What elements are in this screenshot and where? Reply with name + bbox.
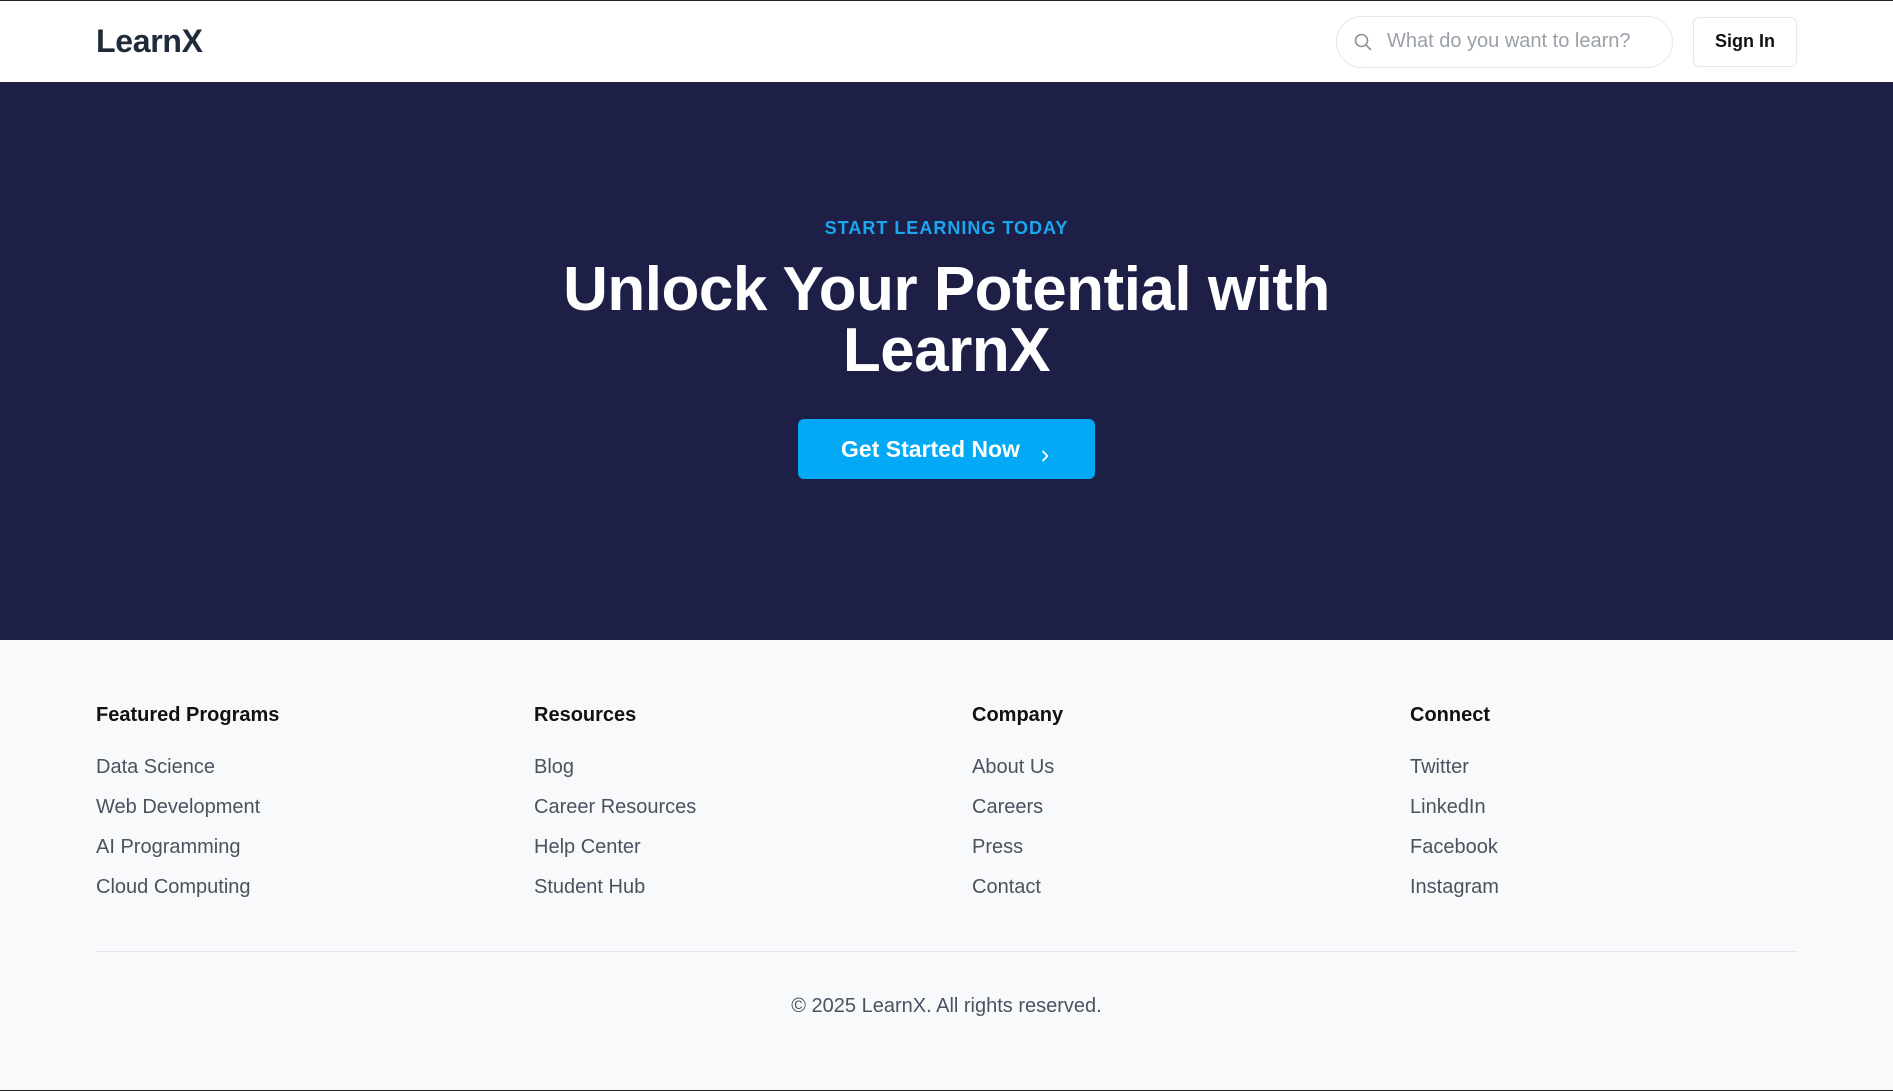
footer-columns: Featured Programs Data Science Web Devel…: [96, 704, 1797, 951]
footer-heading: Resources: [534, 704, 637, 726]
search-icon: [1353, 32, 1373, 52]
footer-link[interactable]: Data Science: [96, 747, 534, 787]
search-input[interactable]: [1387, 30, 1656, 53]
footer-link[interactable]: Blog: [534, 747, 972, 787]
footer-link[interactable]: Student Hub: [534, 867, 972, 907]
footer-link[interactable]: Cloud Computing: [96, 867, 534, 907]
hero-eyebrow: START LEARNING TODAY: [824, 218, 1069, 238]
get-started-label: Get Started Now: [841, 435, 1020, 462]
footer-heading: Connect: [1410, 704, 1490, 726]
footer-divider: [96, 951, 1797, 952]
search-box[interactable]: [1336, 15, 1673, 68]
footer-link[interactable]: Twitter: [1410, 747, 1797, 787]
site-header: LearnX Sign In: [0, 1, 1893, 82]
copyright-text: © 2025 LearnX. All rights reserved.: [791, 995, 1102, 1017]
footer-link[interactable]: Instagram: [1410, 867, 1797, 907]
footer-column-resources: Resources Blog Career Resources Help Cen…: [534, 704, 972, 951]
hero-section: START LEARNING TODAY Unlock Your Potenti…: [0, 82, 1893, 640]
page: LearnX Sign In START LEARNING TODAY Unlo…: [0, 0, 1893, 1091]
site-footer: Featured Programs Data Science Web Devel…: [0, 640, 1893, 1018]
sign-in-button[interactable]: Sign In: [1693, 16, 1797, 67]
footer-link[interactable]: LinkedIn: [1410, 787, 1797, 827]
get-started-button[interactable]: Get Started Now: [798, 419, 1095, 479]
footer-link[interactable]: Contact: [972, 867, 1410, 907]
footer-link[interactable]: AI Programming: [96, 827, 534, 867]
logo[interactable]: LearnX: [96, 23, 203, 60]
footer-link[interactable]: About Us: [972, 747, 1410, 787]
footer-column-featured-programs: Featured Programs Data Science Web Devel…: [96, 704, 534, 951]
footer-link[interactable]: Help Center: [534, 827, 972, 867]
footer-link[interactable]: Facebook: [1410, 827, 1797, 867]
footer-link[interactable]: Web Development: [96, 787, 534, 827]
footer-link[interactable]: Careers: [972, 787, 1410, 827]
footer-link[interactable]: Press: [972, 827, 1410, 867]
footer-heading: Company: [972, 704, 1064, 726]
hero-title: Unlock Your Potential with LearnX: [563, 255, 1330, 385]
header-actions: Sign In: [1336, 15, 1797, 68]
footer-column-connect: Connect Twitter LinkedIn Facebook Instag…: [1410, 704, 1797, 951]
chevron-right-icon: [1038, 442, 1052, 462]
footer-link[interactable]: Career Resources: [534, 787, 972, 827]
footer-heading: Featured Programs: [96, 704, 280, 726]
footer-column-company: Company About Us Careers Press Contact: [972, 704, 1410, 951]
